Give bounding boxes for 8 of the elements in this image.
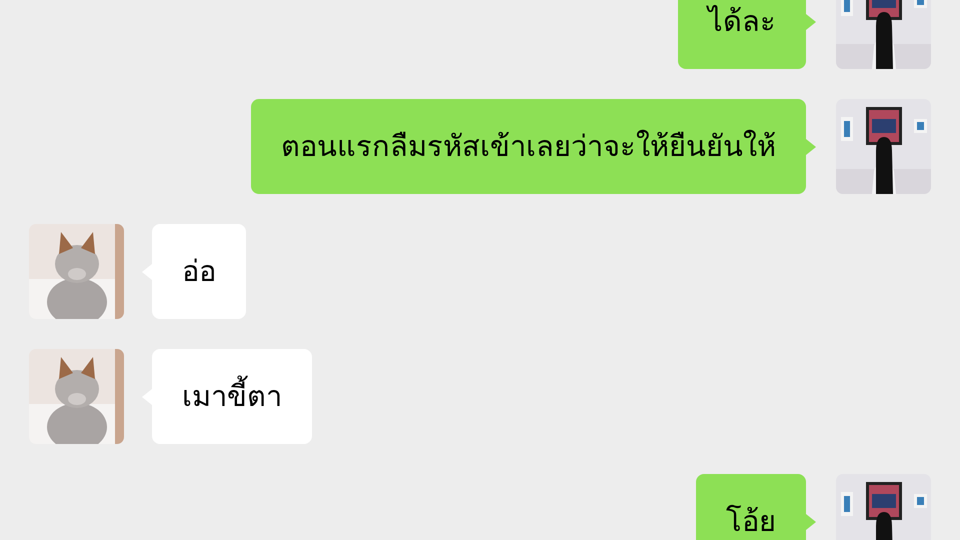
message-bubble: ตอนแรกลืมรหัสเข้าเลยว่าจะให้ยืนยันให้: [251, 99, 806, 194]
message-bubble: โอ้ย: [696, 474, 806, 540]
message-bubble: ได้ละ: [678, 0, 806, 69]
bubble-tail: [806, 14, 816, 30]
bubble-tail: [806, 514, 816, 530]
message-bubble: เมาขี้ตา: [152, 349, 312, 444]
bubble-tail: [806, 138, 816, 154]
message-bubble: อ่อ: [152, 224, 246, 319]
